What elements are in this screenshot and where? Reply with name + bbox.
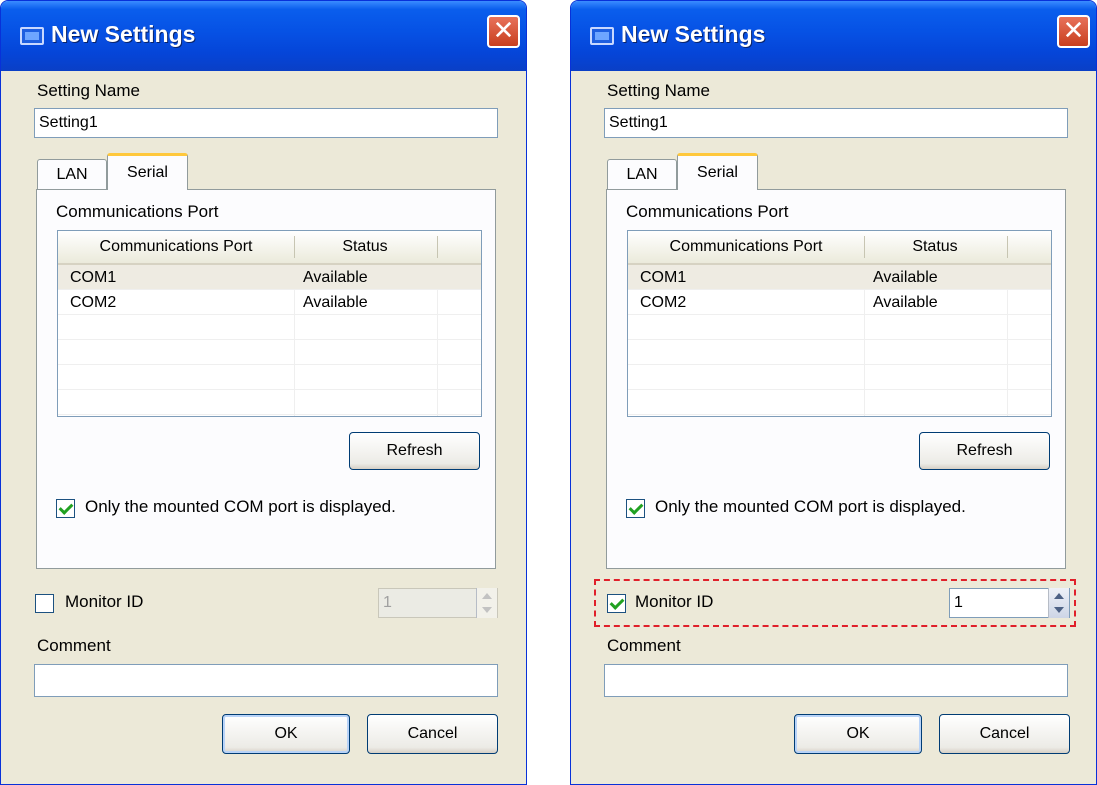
tab-serial[interactable]: Serial [107, 153, 188, 190]
new-settings-dialog-before: New Settings ✕ Setting Name Setting1 LAN… [0, 0, 527, 785]
dialog-title: New Settings [621, 21, 766, 47]
comment-input[interactable] [34, 664, 498, 697]
status-cell: Available [873, 269, 938, 286]
new-settings-dialog-after: New Settings ✕ Setting Name Setting1 LAN… [570, 0, 1097, 785]
mounted-only-label: Only the mounted COM port is displayed. [655, 497, 966, 516]
comment-label: Comment [37, 636, 111, 655]
monitor-id-spinner[interactable] [476, 588, 497, 618]
empty-row [628, 340, 1051, 365]
empty-row [628, 365, 1051, 390]
port-cell: COM1 [70, 269, 117, 286]
column-header-status[interactable]: Status [865, 231, 1005, 263]
tab-lan[interactable]: LAN [37, 159, 107, 189]
list-header: Communications Port Status [58, 231, 481, 265]
comm-port-list[interactable]: Communications Port Status COM1 Availabl… [627, 230, 1052, 417]
refresh-button[interactable]: Refresh [349, 432, 480, 470]
monitor-id-label: Monitor ID [65, 592, 144, 611]
empty-row [58, 340, 481, 365]
table-row[interactable]: COM1 Available [628, 265, 1051, 290]
monitor-id-checkbox[interactable] [35, 594, 54, 613]
empty-row [58, 365, 481, 390]
comment-label: Comment [607, 636, 681, 655]
mounted-only-label: Only the mounted COM port is displayed. [85, 497, 396, 516]
column-header-port[interactable]: Communications Port [58, 231, 294, 263]
mounted-only-checkbox[interactable] [626, 499, 645, 518]
comment-input[interactable] [604, 664, 1068, 697]
mounted-only-checkbox[interactable] [56, 499, 75, 518]
cancel-button[interactable]: Cancel [939, 714, 1070, 754]
table-row[interactable]: COM1 Available [58, 265, 481, 290]
setting-name-input[interactable]: Setting1 [604, 108, 1068, 138]
setting-name-label: Setting Name [37, 81, 140, 100]
setting-name-input[interactable]: Setting1 [34, 108, 498, 138]
serial-tab-panel: Communications Port Communications Port … [606, 189, 1066, 569]
refresh-button[interactable]: Refresh [919, 432, 1050, 470]
port-cell: COM2 [640, 294, 687, 311]
spin-down-icon [482, 607, 492, 613]
list-header: Communications Port Status [628, 231, 1051, 265]
spin-up-icon [482, 593, 492, 599]
monitor-id-checkbox[interactable] [607, 594, 626, 613]
table-row[interactable]: COM2 Available [628, 290, 1051, 315]
empty-row [58, 390, 481, 415]
title-bar: New Settings ✕ [571, 1, 1096, 71]
title-bar: New Settings ✕ [1, 1, 526, 71]
monitor-id-spinner[interactable] [1048, 588, 1069, 618]
window-icon [590, 27, 614, 45]
spin-up-icon [1054, 593, 1064, 599]
dialog-title: New Settings [51, 21, 196, 47]
serial-tab-panel: Communications Port Communications Port … [36, 189, 496, 569]
column-header-port[interactable]: Communications Port [628, 231, 864, 263]
setting-name-label: Setting Name [607, 81, 710, 100]
empty-row [628, 315, 1051, 340]
comm-port-list[interactable]: Communications Port Status COM1 Availabl… [57, 230, 482, 417]
port-cell: COM1 [640, 269, 687, 286]
empty-row [628, 390, 1051, 415]
spin-down-icon [1054, 607, 1064, 613]
ok-button[interactable]: OK [222, 714, 350, 754]
empty-row [58, 315, 481, 340]
status-cell: Available [303, 269, 368, 286]
port-cell: COM2 [70, 294, 117, 311]
table-row[interactable]: COM2 Available [58, 290, 481, 315]
status-cell: Available [303, 294, 368, 311]
window-icon [20, 27, 44, 45]
cancel-button[interactable]: Cancel [367, 714, 498, 754]
status-cell: Available [873, 294, 938, 311]
comm-port-group-label: Communications Port [626, 202, 789, 221]
tab-lan[interactable]: LAN [607, 159, 677, 189]
close-icon[interactable]: ✕ [1057, 15, 1090, 48]
comm-port-group-label: Communications Port [56, 202, 219, 221]
ok-button[interactable]: OK [794, 714, 922, 754]
tab-serial[interactable]: Serial [677, 153, 758, 190]
close-icon[interactable]: ✕ [487, 15, 520, 48]
monitor-id-label: Monitor ID [635, 592, 714, 611]
column-header-status[interactable]: Status [295, 231, 435, 263]
